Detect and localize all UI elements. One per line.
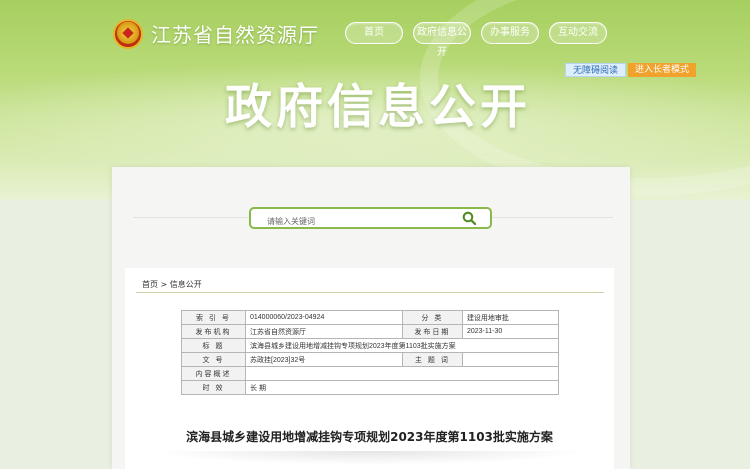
breadcrumb-separator: > xyxy=(160,280,168,289)
nav-gov-info[interactable]: 政府信息公开 xyxy=(413,22,471,58)
document-title: 滨海县城乡建设用地增减挂钩专项规划2023年度第1103批实施方案 xyxy=(186,430,553,444)
search-box xyxy=(249,207,492,231)
national-emblem-icon xyxy=(113,19,143,49)
top-nav: 首页 政府信息公开 办事服务 互动交流 xyxy=(345,22,607,58)
document-meta-table: 索 引 号 014000060/2023-04924 分 类 建设用地审批 发布… xyxy=(181,310,560,395)
search-input[interactable] xyxy=(267,212,467,231)
index-label: 索 引 号 xyxy=(181,310,246,325)
nav-services[interactable]: 办事服务 xyxy=(481,22,539,44)
subject-value xyxy=(461,352,560,367)
breadcrumb-divider xyxy=(136,292,604,293)
page-hero-title: 政府信息公开 xyxy=(225,80,531,135)
category-value: 建设用地审批 xyxy=(461,310,560,325)
date-label: 发布日期 xyxy=(401,324,463,339)
elder-mode-button[interactable]: 进入长者模式 xyxy=(628,63,697,77)
category-label: 分 类 xyxy=(401,310,463,325)
title-shadow-divider xyxy=(150,451,590,465)
docno-value: 苏政挂[2023]32号 xyxy=(245,352,403,367)
docno-label: 文 号 xyxy=(181,352,246,367)
site-title[interactable]: 江苏省自然资源厅 xyxy=(151,19,319,48)
subject-label: 主 题 词 xyxy=(401,352,463,367)
title-value: 滨海县城乡建设用地增减挂钩专项规划2023年度第1103批实施方案 xyxy=(245,338,559,353)
date-value: 2023-11-30 xyxy=(461,324,560,339)
summary-label: 内容概述 xyxy=(181,366,246,381)
breadcrumb-current[interactable]: 信息公开 xyxy=(170,280,202,289)
publisher-value: 江苏省自然资源厅 xyxy=(245,324,403,339)
validity-value: 长 期 xyxy=(245,380,559,395)
summary-value xyxy=(245,366,559,381)
accessibility-toolbar: 无障碍阅读 进入长者模式 xyxy=(565,63,697,77)
index-value: 014000060/2023-04924 xyxy=(245,310,403,325)
nav-home[interactable]: 首页 xyxy=(345,22,403,44)
nav-interaction[interactable]: 互动交流 xyxy=(549,22,607,44)
publisher-label: 发布机构 xyxy=(181,324,246,339)
barrier-free-button[interactable]: 无障碍阅读 xyxy=(565,63,627,77)
search-icon[interactable] xyxy=(462,211,476,225)
validity-label: 时 效 xyxy=(181,380,246,395)
breadcrumb-home[interactable]: 首页 xyxy=(142,280,158,289)
breadcrumb: 首页 > 信息公开 xyxy=(142,279,202,290)
title-label: 标 题 xyxy=(181,338,246,353)
